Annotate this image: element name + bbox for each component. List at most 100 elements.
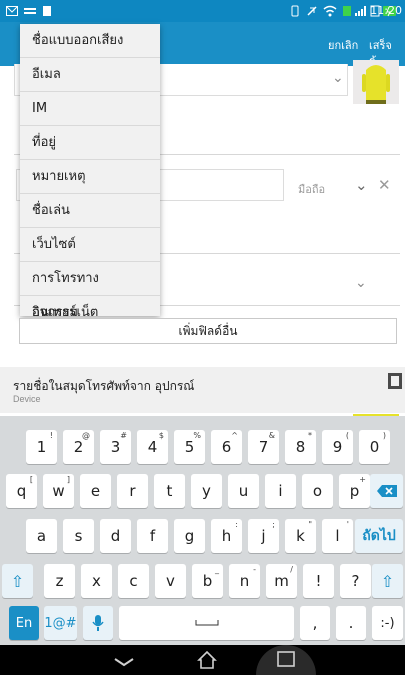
cancel-button[interactable]: ยกเลิก — [328, 36, 358, 54]
key-secondary-label: _ — [215, 565, 219, 574]
home-icon[interactable] — [197, 650, 217, 674]
key-b[interactable]: b _ — [192, 564, 223, 598]
key-j[interactable]: j; — [248, 519, 279, 553]
menu-item-event[interactable]: กิจกรรม — [20, 296, 160, 316]
key-k[interactable]: k " — [285, 519, 316, 553]
microphone-icon — [92, 615, 104, 631]
add-another-field-button[interactable]: เพิ่มฟิลด์อื่น — [19, 318, 397, 344]
key-label: e — [90, 482, 101, 500]
key-o[interactable]: o — [302, 474, 333, 508]
phone-type-label[interactable]: มือถือ — [298, 180, 325, 198]
key-?[interactable]: ? — [340, 564, 371, 598]
key-e[interactable]: e — [80, 474, 111, 508]
key-secondary-label: : — [235, 520, 238, 529]
key-m[interactable]: m / — [266, 564, 297, 598]
chevron-down-icon[interactable]: ⌄ — [332, 70, 344, 86]
navigation-bar — [0, 645, 405, 675]
key-secondary-label: ^ — [231, 431, 238, 440]
shift-left-key[interactable]: ⇧ — [2, 564, 33, 598]
phone-type-dropdown-icon[interactable]: ⌄ — [355, 176, 368, 194]
key-label: v — [166, 572, 175, 590]
signal-icon — [354, 4, 368, 18]
key-c[interactable]: c — [118, 564, 149, 598]
language-key[interactable]: En — [9, 606, 39, 640]
key-d[interactable]: d — [100, 519, 131, 553]
menu-item-phonetic-name[interactable]: ชื่อแบบออกเสียง — [20, 24, 160, 58]
key-secondary-label: & — [268, 431, 275, 440]
period-key[interactable]: . — [336, 606, 366, 640]
key-![interactable]: ! — [303, 564, 334, 598]
menu-item-nickname[interactable]: ชื่อเล่น — [20, 194, 160, 228]
key-8[interactable]: 8 * — [285, 430, 316, 464]
key-p[interactable]: p + — [339, 474, 370, 508]
remove-phone-icon[interactable]: ✕ — [378, 176, 391, 194]
emoticon-key[interactable]: :-) — [372, 606, 403, 640]
shift-right-key[interactable]: ⇧ — [372, 564, 403, 598]
key-secondary-label: ] — [66, 475, 70, 484]
key-3[interactable]: 3 # — [100, 430, 131, 464]
symbols-key[interactable]: 1@# — [44, 606, 77, 640]
key-label: 2 — [73, 438, 84, 456]
backspace-key[interactable] — [370, 474, 403, 508]
key-w[interactable]: w] — [43, 474, 74, 508]
recent-apps-icon[interactable] — [277, 651, 295, 673]
key-label: q — [16, 482, 27, 500]
key-7[interactable]: 7 & — [248, 430, 279, 464]
key-x[interactable]: x — [81, 564, 112, 598]
key-n[interactable]: n- — [229, 564, 260, 598]
key-q[interactable]: q[ — [6, 474, 37, 508]
backspace-icon — [376, 485, 397, 497]
menu-item-note[interactable]: หมายเหตุ — [20, 160, 160, 194]
key-secondary-label: * — [308, 431, 312, 440]
key-secondary-label: - — [253, 565, 256, 574]
menu-item-email[interactable]: อีเมล — [20, 58, 160, 92]
contact-photo[interactable] — [353, 60, 399, 104]
key-secondary-label: " — [308, 520, 312, 529]
space-key[interactable] — [119, 606, 294, 640]
key-y[interactable]: y — [191, 474, 222, 508]
menu-item-address[interactable]: ที่อยู่ — [20, 126, 160, 160]
phonebook-section: รายชื่อในสมุดโทรศัพท์จาก อุปกรณ์ Device — [0, 367, 405, 413]
key-label: l — [335, 527, 340, 545]
key-2[interactable]: 2 @ — [63, 430, 94, 464]
phone-device-icon — [388, 373, 402, 393]
status-bar: 11:20 — [0, 0, 405, 22]
key-h[interactable]: h: — [211, 519, 242, 553]
key-label: 5 — [184, 438, 195, 456]
back-icon[interactable] — [113, 653, 135, 672]
key-f[interactable]: f — [137, 519, 168, 553]
mute-icon — [306, 4, 318, 18]
key-1[interactable]: 1! — [26, 430, 57, 464]
key-0[interactable]: 0) — [359, 430, 390, 464]
key-label: 6 — [221, 438, 232, 456]
key-label: g — [184, 527, 195, 545]
next-key[interactable]: ถัดไป — [355, 519, 403, 553]
key-label: a — [36, 527, 47, 545]
event-dropdown-icon[interactable]: ⌄ — [355, 275, 367, 291]
key-9[interactable]: 9( — [322, 430, 353, 464]
key-label: h — [221, 527, 232, 545]
key-r[interactable]: r — [117, 474, 148, 508]
key-i[interactable]: i — [265, 474, 296, 508]
key-label: 3 — [110, 438, 121, 456]
key-l[interactable]: l ' — [322, 519, 353, 553]
key-z[interactable]: z — [44, 564, 75, 598]
key-a[interactable]: a — [26, 519, 57, 553]
key-secondary-label: ! — [49, 431, 53, 440]
key-secondary-label: % — [193, 431, 201, 440]
key-s[interactable]: s — [63, 519, 94, 553]
key-u[interactable]: u — [228, 474, 259, 508]
menu-item-internet-call[interactable]: การโทรทางอินเทอร์เน็ต — [20, 262, 160, 316]
key-secondary-label: # — [120, 431, 127, 440]
comma-key[interactable]: , — [300, 606, 330, 640]
key-t[interactable]: t — [154, 474, 185, 508]
key-6[interactable]: 6 ^ — [211, 430, 242, 464]
key-secondary-label: ( — [345, 431, 349, 440]
key-5[interactable]: 5% — [174, 430, 205, 464]
key-4[interactable]: 4 $ — [137, 430, 168, 464]
key-g[interactable]: g — [174, 519, 205, 553]
menu-item-website[interactable]: เว็บไซต์ — [20, 228, 160, 262]
voice-input-key[interactable] — [83, 606, 113, 640]
menu-item-im[interactable]: IM — [20, 92, 160, 126]
key-v[interactable]: v — [155, 564, 186, 598]
